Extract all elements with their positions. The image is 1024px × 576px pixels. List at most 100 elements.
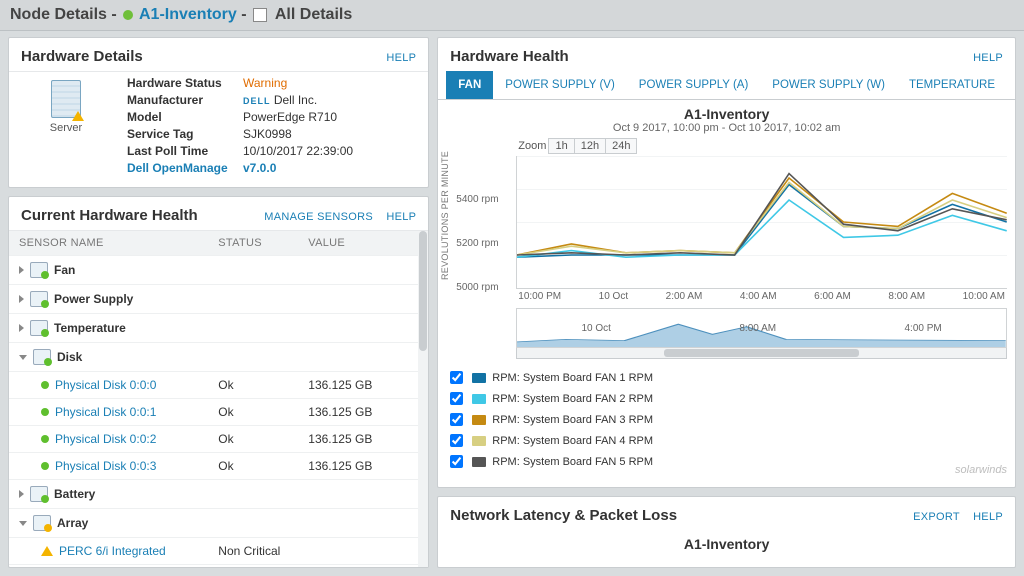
chart-legend: RPM: System Board FAN 1 RPM RPM: System B… — [446, 367, 1007, 472]
y-tick: 5200 rpm — [456, 238, 498, 249]
breadcrumb-node-link[interactable]: A1-Inventory — [139, 6, 237, 23]
sensor-status: Ok — [218, 405, 308, 419]
legend-item[interactable]: RPM: System Board FAN 4 RPM — [446, 430, 1007, 451]
legend-checkbox[interactable] — [450, 371, 463, 384]
hh-title: Hardware Health — [450, 48, 568, 65]
line-chart[interactable] — [516, 156, 1007, 289]
scrollbar-vertical[interactable] — [418, 231, 428, 567]
legend-item[interactable]: RPM: System Board FAN 1 RPM — [446, 367, 1007, 388]
legend-checkbox[interactable] — [450, 392, 463, 405]
x-tick: 8:00 AM — [888, 291, 925, 302]
legend-swatch-icon — [472, 457, 486, 467]
zoom-1h[interactable]: 1h — [548, 138, 574, 154]
kv-key: Last Poll Time — [127, 144, 237, 158]
tab-power-supply-v-[interactable]: POWER SUPPLY (V) — [493, 71, 627, 99]
sensor-child-row[interactable]: Physical Disk 0:0:1Ok136.125 GB — [9, 398, 428, 425]
sensor-group-label: Disk — [57, 350, 82, 364]
expand-caret-icon[interactable] — [19, 266, 24, 274]
x-tick: 6:00 AM — [814, 291, 851, 302]
sensor-link[interactable]: Physical Disk 0:0:2 — [55, 432, 156, 446]
expand-caret-icon[interactable] — [19, 521, 27, 526]
kv-value: DELL Dell Inc. — [243, 93, 353, 107]
status-ok-icon — [41, 408, 49, 416]
hardware-kv: Hardware Status Warning Manufacturer DEL… — [127, 76, 353, 175]
breadcrumb-prefix: Node Details — [10, 6, 107, 23]
chart-title: A1-Inventory — [446, 106, 1007, 122]
sensor-group-row[interactable]: Power Supply — [9, 284, 428, 313]
sensor-link[interactable]: Physical Disk 0:0:1 — [55, 405, 156, 419]
expand-caret-icon[interactable] — [19, 355, 27, 360]
sensor-group-label: Temperature — [54, 321, 126, 335]
sensor-child-row[interactable]: Physical Disk 0:0:0Ok136.125 GB — [9, 371, 428, 398]
node-status-icon — [123, 10, 133, 20]
sensor-child-row[interactable]: Physical Disk 0:0:2Ok136.125 GB — [9, 425, 428, 452]
batt-icon — [30, 486, 48, 502]
zoom-24h[interactable]: 24h — [605, 138, 637, 154]
sensor-child-row[interactable]: PERC 6/i IntegratedNon Critical — [9, 537, 428, 564]
chart-overview[interactable]: 10 Oct 8:00 AM 4:00 PM — [516, 308, 1007, 348]
sensor-value: 136.125 GB — [308, 459, 418, 473]
expand-caret-icon[interactable] — [19, 295, 24, 303]
sensor-group-row[interactable]: Memory — [9, 564, 428, 567]
legend-item[interactable]: RPM: System Board FAN 2 RPM — [446, 388, 1007, 409]
legend-item[interactable]: RPM: System Board FAN 3 RPM — [446, 409, 1007, 430]
help-link[interactable]: HELP — [386, 211, 416, 223]
psu-icon — [30, 291, 48, 307]
tab-fan[interactable]: FAN — [446, 71, 493, 99]
sensor-group-row[interactable]: Array — [9, 508, 428, 537]
y-axis-label: REVOLUTIONS PER MINUTE — [440, 151, 450, 280]
x-tick: 10:00 PM — [518, 291, 561, 302]
legend-label: RPM: System Board FAN 4 RPM — [492, 435, 653, 447]
sensor-group-row[interactable]: Disk — [9, 342, 428, 371]
legend-label: RPM: System Board FAN 3 RPM — [492, 414, 653, 426]
sensor-child-row[interactable]: Physical Disk 0:0:3Ok136.125 GB — [9, 452, 428, 479]
openmanage-link[interactable]: Dell OpenManage — [127, 161, 237, 175]
zoom-controls: Zoom 1h12h24h — [518, 138, 1007, 154]
sensor-group-row[interactable]: Fan — [9, 255, 428, 284]
hh-tabs: FANPOWER SUPPLY (V)POWER SUPPLY (A)POWER… — [438, 71, 1015, 100]
sensor-group-label: Battery — [54, 487, 95, 501]
legend-checkbox[interactable] — [450, 413, 463, 426]
fan-icon — [30, 262, 48, 278]
tab-power-supply-w-[interactable]: POWER SUPPLY (W) — [760, 71, 897, 99]
overview-scrollbar[interactable] — [516, 348, 1007, 359]
chh-title: Current Hardware Health — [21, 207, 198, 224]
kv-value: PowerEdge R710 — [243, 110, 353, 124]
help-link[interactable]: HELP — [386, 52, 416, 64]
sensor-group-row[interactable]: Temperature — [9, 313, 428, 342]
kv-value: 10/10/2017 22:39:00 — [243, 144, 353, 158]
tab-power-supply-a-[interactable]: POWER SUPPLY (A) — [627, 71, 761, 99]
col-status: STATUS — [218, 237, 308, 249]
manage-sensors-link[interactable]: MANAGE SENSORS — [264, 211, 373, 223]
x-axis-ticks: 10:00 PM 10 Oct 2:00 AM 4:00 AM 6:00 AM 8:00 … — [516, 289, 1007, 302]
help-link[interactable]: HELP — [973, 52, 1003, 64]
hardware-details-panel: Hardware Details HELP Server Hardware St… — [8, 37, 429, 188]
kv-key: Service Tag — [127, 127, 237, 141]
legend-swatch-icon — [472, 436, 486, 446]
sensor-status: Ok — [218, 432, 308, 446]
sensor-link[interactable]: Physical Disk 0:0:0 — [55, 378, 156, 392]
legend-label: RPM: System Board FAN 1 RPM — [492, 372, 653, 384]
expand-caret-icon[interactable] — [19, 490, 24, 498]
x-tick: 10 Oct — [599, 291, 628, 302]
network-latency-panel: Network Latency & Packet Loss EXPORT HEL… — [437, 496, 1016, 568]
help-link[interactable]: HELP — [973, 511, 1003, 523]
x-tick: 2:00 AM — [666, 291, 703, 302]
node-type-label: Server — [21, 122, 111, 134]
export-link[interactable]: EXPORT — [913, 511, 960, 523]
sensor-group-row[interactable]: Battery — [9, 479, 428, 508]
sensor-status: Ok — [218, 378, 308, 392]
sensor-group-label: Array — [57, 516, 88, 530]
x-tick: 4:00 AM — [740, 291, 777, 302]
legend-swatch-icon — [472, 415, 486, 425]
tab-temperature[interactable]: TEMPERATURE — [897, 71, 1007, 99]
legend-checkbox[interactable] — [450, 434, 463, 447]
warning-icon — [41, 546, 53, 556]
legend-checkbox[interactable] — [450, 455, 463, 468]
legend-label: RPM: System Board FAN 2 RPM — [492, 393, 653, 405]
sensor-link[interactable]: PERC 6/i Integrated — [59, 544, 166, 558]
zoom-12h[interactable]: 12h — [574, 138, 606, 154]
legend-item[interactable]: RPM: System Board FAN 5 RPM — [446, 451, 1007, 472]
expand-caret-icon[interactable] — [19, 324, 24, 332]
sensor-link[interactable]: Physical Disk 0:0:3 — [55, 459, 156, 473]
